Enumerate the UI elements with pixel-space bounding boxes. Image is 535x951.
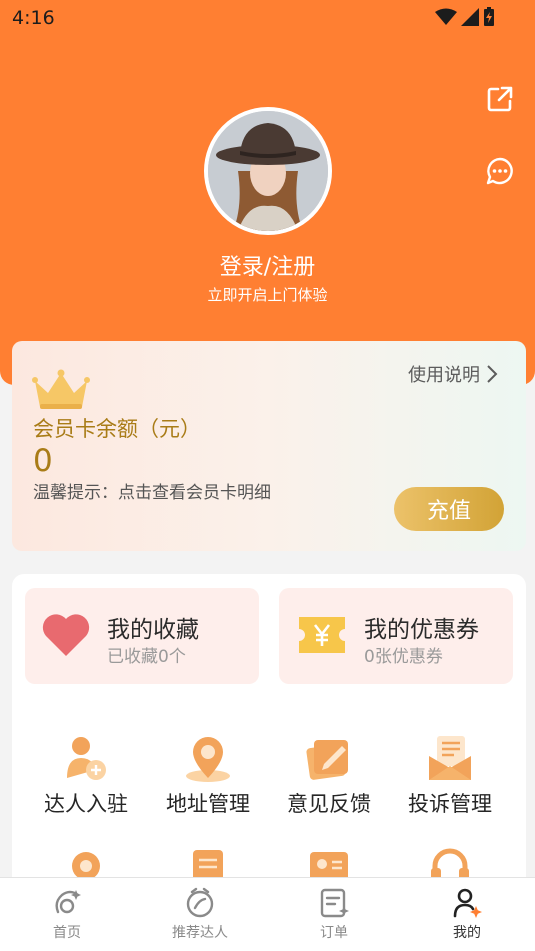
service-label: 地址管理 [166,792,250,816]
coupons-card[interactable]: 我的优惠券 0张优惠券 [279,588,513,684]
recommend-icon [186,887,214,918]
complaint-icon [429,736,471,780]
service-grid: 达人入驻 地址管理 意见反馈 投诉管理 [12,734,526,894]
login-register-link[interactable]: 登录/注册 [0,249,535,281]
avatar-photo [208,111,328,231]
avatar[interactable] [204,107,332,235]
tab-label: 订单 [320,925,348,941]
bottom-tab-bar: 首页 推荐达人 订单 我的 [0,877,535,951]
chevron-right-icon [487,365,498,383]
service-talent-join[interactable]: 达人入驻 [26,734,146,818]
order-icon [320,888,349,918]
home-icon [55,890,81,914]
heart-icon [42,614,90,656]
tab-label: 我的 [453,925,481,941]
mine-icon [453,888,482,918]
favorites-card[interactable]: 我的收藏 已收藏0个 [25,588,259,684]
service-label: 达人入驻 [44,792,128,816]
service-feedback[interactable]: 意见反馈 [269,734,389,818]
service-complaint[interactable]: 投诉管理 [390,734,510,818]
tab-home[interactable]: 首页 [12,886,122,942]
tab-orders[interactable]: 订单 [279,886,389,942]
tab-mine[interactable]: 我的 [412,886,522,942]
feedback-icon [306,740,348,780]
battery-icon [484,7,494,26]
tab-label: 推荐达人 [172,925,228,941]
address-icon [186,737,230,782]
favorites-count: 已收藏0个 [107,647,186,667]
coupons-count: 0张优惠券 [364,647,443,667]
usage-label: 使用说明 [408,365,480,386]
signal-icon [461,8,479,26]
tab-label: 首页 [53,925,81,941]
member-card-balance: 0 [33,443,53,479]
member-card[interactable]: 使用说明 会员卡余额（元） 0 温馨提示：点击查看会员卡明细 充值 [12,341,526,551]
favorites-title: 我的收藏 [107,617,199,643]
coupons-title: 我的优惠券 [364,617,479,643]
service-label: 投诉管理 [408,792,492,816]
wifi-icon [435,8,457,25]
service-address[interactable]: 地址管理 [148,734,268,818]
services-panel: 我的收藏 已收藏0个 我的优惠券 0张优惠券 达人入驻 地址管理 意见反馈 投诉… [12,574,526,894]
status-time: 4:16 [12,7,55,29]
crown-icon [32,369,90,409]
share-icon[interactable] [485,84,515,114]
coupon-icon [299,617,345,653]
chat-icon[interactable] [485,156,515,186]
member-card-title: 会员卡余额（元） [33,417,201,441]
member-card-tip[interactable]: 温馨提示：点击查看会员卡明细 [33,482,323,504]
service-label: 意见反馈 [287,792,371,816]
login-subtitle: 立即开启上门体验 [207,286,328,304]
recharge-button[interactable]: 充值 [394,487,504,531]
status-bar: 4:16 [0,0,535,36]
usage-instructions-link[interactable]: 使用说明 [408,361,498,387]
talent-join-icon [67,737,106,780]
tab-recommend[interactable]: 推荐达人 [145,886,255,942]
status-icons [435,7,495,27]
